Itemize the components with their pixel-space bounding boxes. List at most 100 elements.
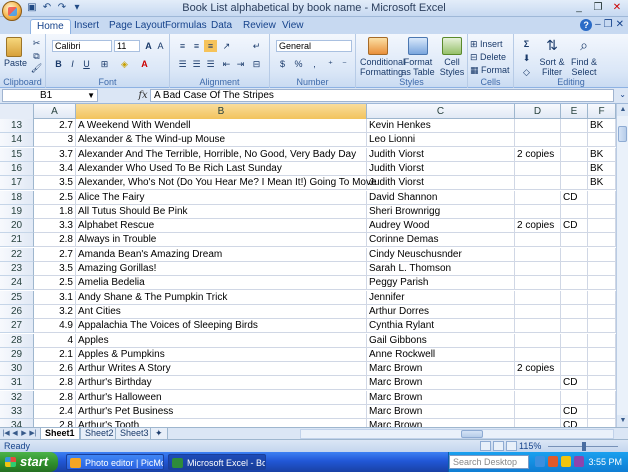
scroll-down-icon[interactable]: ▼ (617, 415, 628, 427)
format-as-table-icon[interactable] (408, 37, 428, 55)
tab-data[interactable]: Data (205, 19, 238, 34)
table-row[interactable]: 31 2.8 Arthur's Birthday Marc Brown CD (0, 376, 616, 391)
tab-insert[interactable]: Insert (68, 19, 105, 34)
cell-e[interactable] (561, 362, 588, 377)
row-header[interactable]: 27 (0, 319, 34, 334)
start-button[interactable]: start (0, 452, 58, 472)
cell-c[interactable]: Judith Viorst (367, 147, 515, 162)
cell-e[interactable] (561, 304, 588, 319)
row-header[interactable]: 16 (0, 161, 34, 176)
desktop-search-input[interactable]: Search Desktop (449, 455, 529, 469)
row-header[interactable]: 31 (0, 376, 34, 391)
table-row[interactable]: 20 3.3 Alphabet Rescue Audrey Wood 2 copies C… (0, 219, 616, 234)
zoom-slider[interactable] (548, 442, 618, 451)
column-header-e[interactable]: E (561, 104, 588, 119)
formula-input[interactable]: A Bad Case Of The Stripes (150, 89, 614, 102)
table-row[interactable]: 27 4.9 Appalachia The Voices of Sleeping B… (0, 319, 616, 334)
row-header[interactable]: 24 (0, 276, 34, 291)
row-header[interactable]: 15 (0, 147, 34, 162)
cell-b[interactable]: Apples & Pumpkins (76, 347, 367, 362)
horizontal-scrollbar[interactable] (300, 429, 614, 439)
find-select-icon[interactable]: ⌕ (574, 37, 594, 55)
table-row[interactable]: 19 1.8 All Tutus Should Be Pink Sheri Brown… (0, 204, 616, 219)
row-header[interactable]: 33 (0, 405, 34, 419)
row-header[interactable]: 18 (0, 190, 34, 205)
decrease-decimal-icon[interactable]: ⁻ (338, 58, 351, 70)
cell-c[interactable]: Audrey Wood (367, 219, 515, 234)
cell-f[interactable] (588, 133, 616, 148)
cell-styles-icon[interactable] (442, 37, 462, 55)
cell-d[interactable] (515, 190, 561, 205)
shrink-font-icon[interactable]: A (154, 40, 167, 52)
cell-e[interactable]: CD (561, 190, 588, 205)
cell-d[interactable] (515, 176, 561, 191)
font-name-select[interactable]: Calibri (52, 40, 112, 52)
italic-button[interactable]: I (66, 58, 79, 70)
table-row[interactable]: 15 3.7 Alexander And The Terrible, Horribl… (0, 147, 616, 162)
fill-color-icon[interactable]: ◈ (118, 58, 131, 70)
cell-d[interactable] (515, 204, 561, 219)
cell-e[interactable] (561, 319, 588, 334)
paste-button[interactable]: Paste (4, 58, 27, 68)
row-header[interactable]: 14 (0, 133, 34, 148)
cell-a[interactable]: 2.5 (34, 276, 76, 291)
cell-d[interactable]: 2 copies (515, 147, 561, 162)
cell-f[interactable] (588, 362, 616, 377)
percent-icon[interactable]: % (292, 58, 305, 70)
ribbon-minimize-icon[interactable]: – (595, 19, 601, 31)
cell-d[interactable] (515, 119, 561, 133)
cell-b[interactable]: Arthur's Birthday (76, 376, 367, 391)
cell-e[interactable] (561, 247, 588, 262)
row-header[interactable]: 13 (0, 119, 34, 133)
vertical-scroll-thumb[interactable] (618, 126, 627, 142)
table-row[interactable]: 33 2.4 Arthur's Pet Business Marc Brown CD (0, 405, 616, 419)
cell-f[interactable] (588, 276, 616, 291)
cell-a[interactable]: 2.8 (34, 376, 76, 391)
cell-c[interactable]: Marc Brown (367, 362, 515, 377)
cell-c[interactable]: Judith Viorst (367, 176, 515, 191)
conditional-formatting-icon[interactable] (368, 37, 388, 55)
cell-c[interactable]: Marc Brown (367, 405, 515, 419)
orientation-icon[interactable]: ↗ (220, 40, 233, 52)
cell-d[interactable] (515, 333, 561, 348)
row-header[interactable]: 25 (0, 290, 34, 305)
expand-formula-bar-icon[interactable]: ⌄ (619, 90, 626, 99)
cell-d[interactable]: 2 copies (515, 362, 561, 377)
cell-c[interactable]: Jennifer (367, 290, 515, 305)
cell-a[interactable]: 4 (34, 333, 76, 348)
table-row[interactable]: 13 2.7 A Weekend With Wendell Kevin Henkes B… (0, 119, 616, 133)
sort-filter-button[interactable]: Sort & Filter (536, 57, 568, 77)
cell-b[interactable]: Arthur's Pet Business (76, 405, 367, 419)
table-row[interactable]: 29 2.1 Apples & Pumpkins Anne Rockwell (0, 347, 616, 362)
table-row[interactable]: 30 2.6 Arthur Writes A Story Marc Brown 2 co… (0, 362, 616, 377)
cell-a[interactable]: 3.3 (34, 219, 76, 234)
ribbon-restore-icon[interactable]: ❐ (604, 19, 613, 31)
cell-d[interactable] (515, 419, 561, 427)
table-row[interactable]: 18 2.5 Alice The Fairy David Shannon CD (0, 190, 616, 205)
column-header-f[interactable]: F (588, 104, 616, 119)
cell-b[interactable]: Ant Cities (76, 304, 367, 319)
cell-b[interactable]: Appalachia The Voices of Sleeping Birds (76, 319, 367, 334)
cell-f[interactable] (588, 304, 616, 319)
cell-a[interactable]: 2.6 (34, 362, 76, 377)
help-icon[interactable]: ? (580, 19, 593, 31)
cell-a[interactable]: 2.8 (34, 390, 76, 405)
row-header[interactable]: 30 (0, 362, 34, 377)
cell-e[interactable] (561, 347, 588, 362)
cell-c[interactable]: Sarah L. Thomson (367, 262, 515, 276)
cell-d[interactable] (515, 262, 561, 276)
insert-cells-button[interactable]: ⊞ Insert (470, 39, 512, 49)
align-top-icon[interactable]: ≡ (176, 40, 189, 52)
increase-indent-icon[interactable]: ⇥ (234, 58, 247, 70)
cell-a[interactable]: 3.1 (34, 290, 76, 305)
merge-center-icon[interactable]: ⊟ (250, 58, 263, 70)
font-size-select[interactable]: 11 (114, 40, 140, 52)
cell-d[interactable]: 2 copies (515, 219, 561, 234)
cell-c[interactable]: Cynthia Rylant (367, 319, 515, 334)
paste-icon[interactable] (6, 37, 22, 57)
chevron-down-icon[interactable]: ▼ (87, 90, 95, 101)
cell-c[interactable]: Sheri Brownrigg (367, 204, 515, 219)
cell-f[interactable] (588, 233, 616, 248)
cell-e[interactable] (561, 133, 588, 148)
cell-d[interactable] (515, 405, 561, 419)
